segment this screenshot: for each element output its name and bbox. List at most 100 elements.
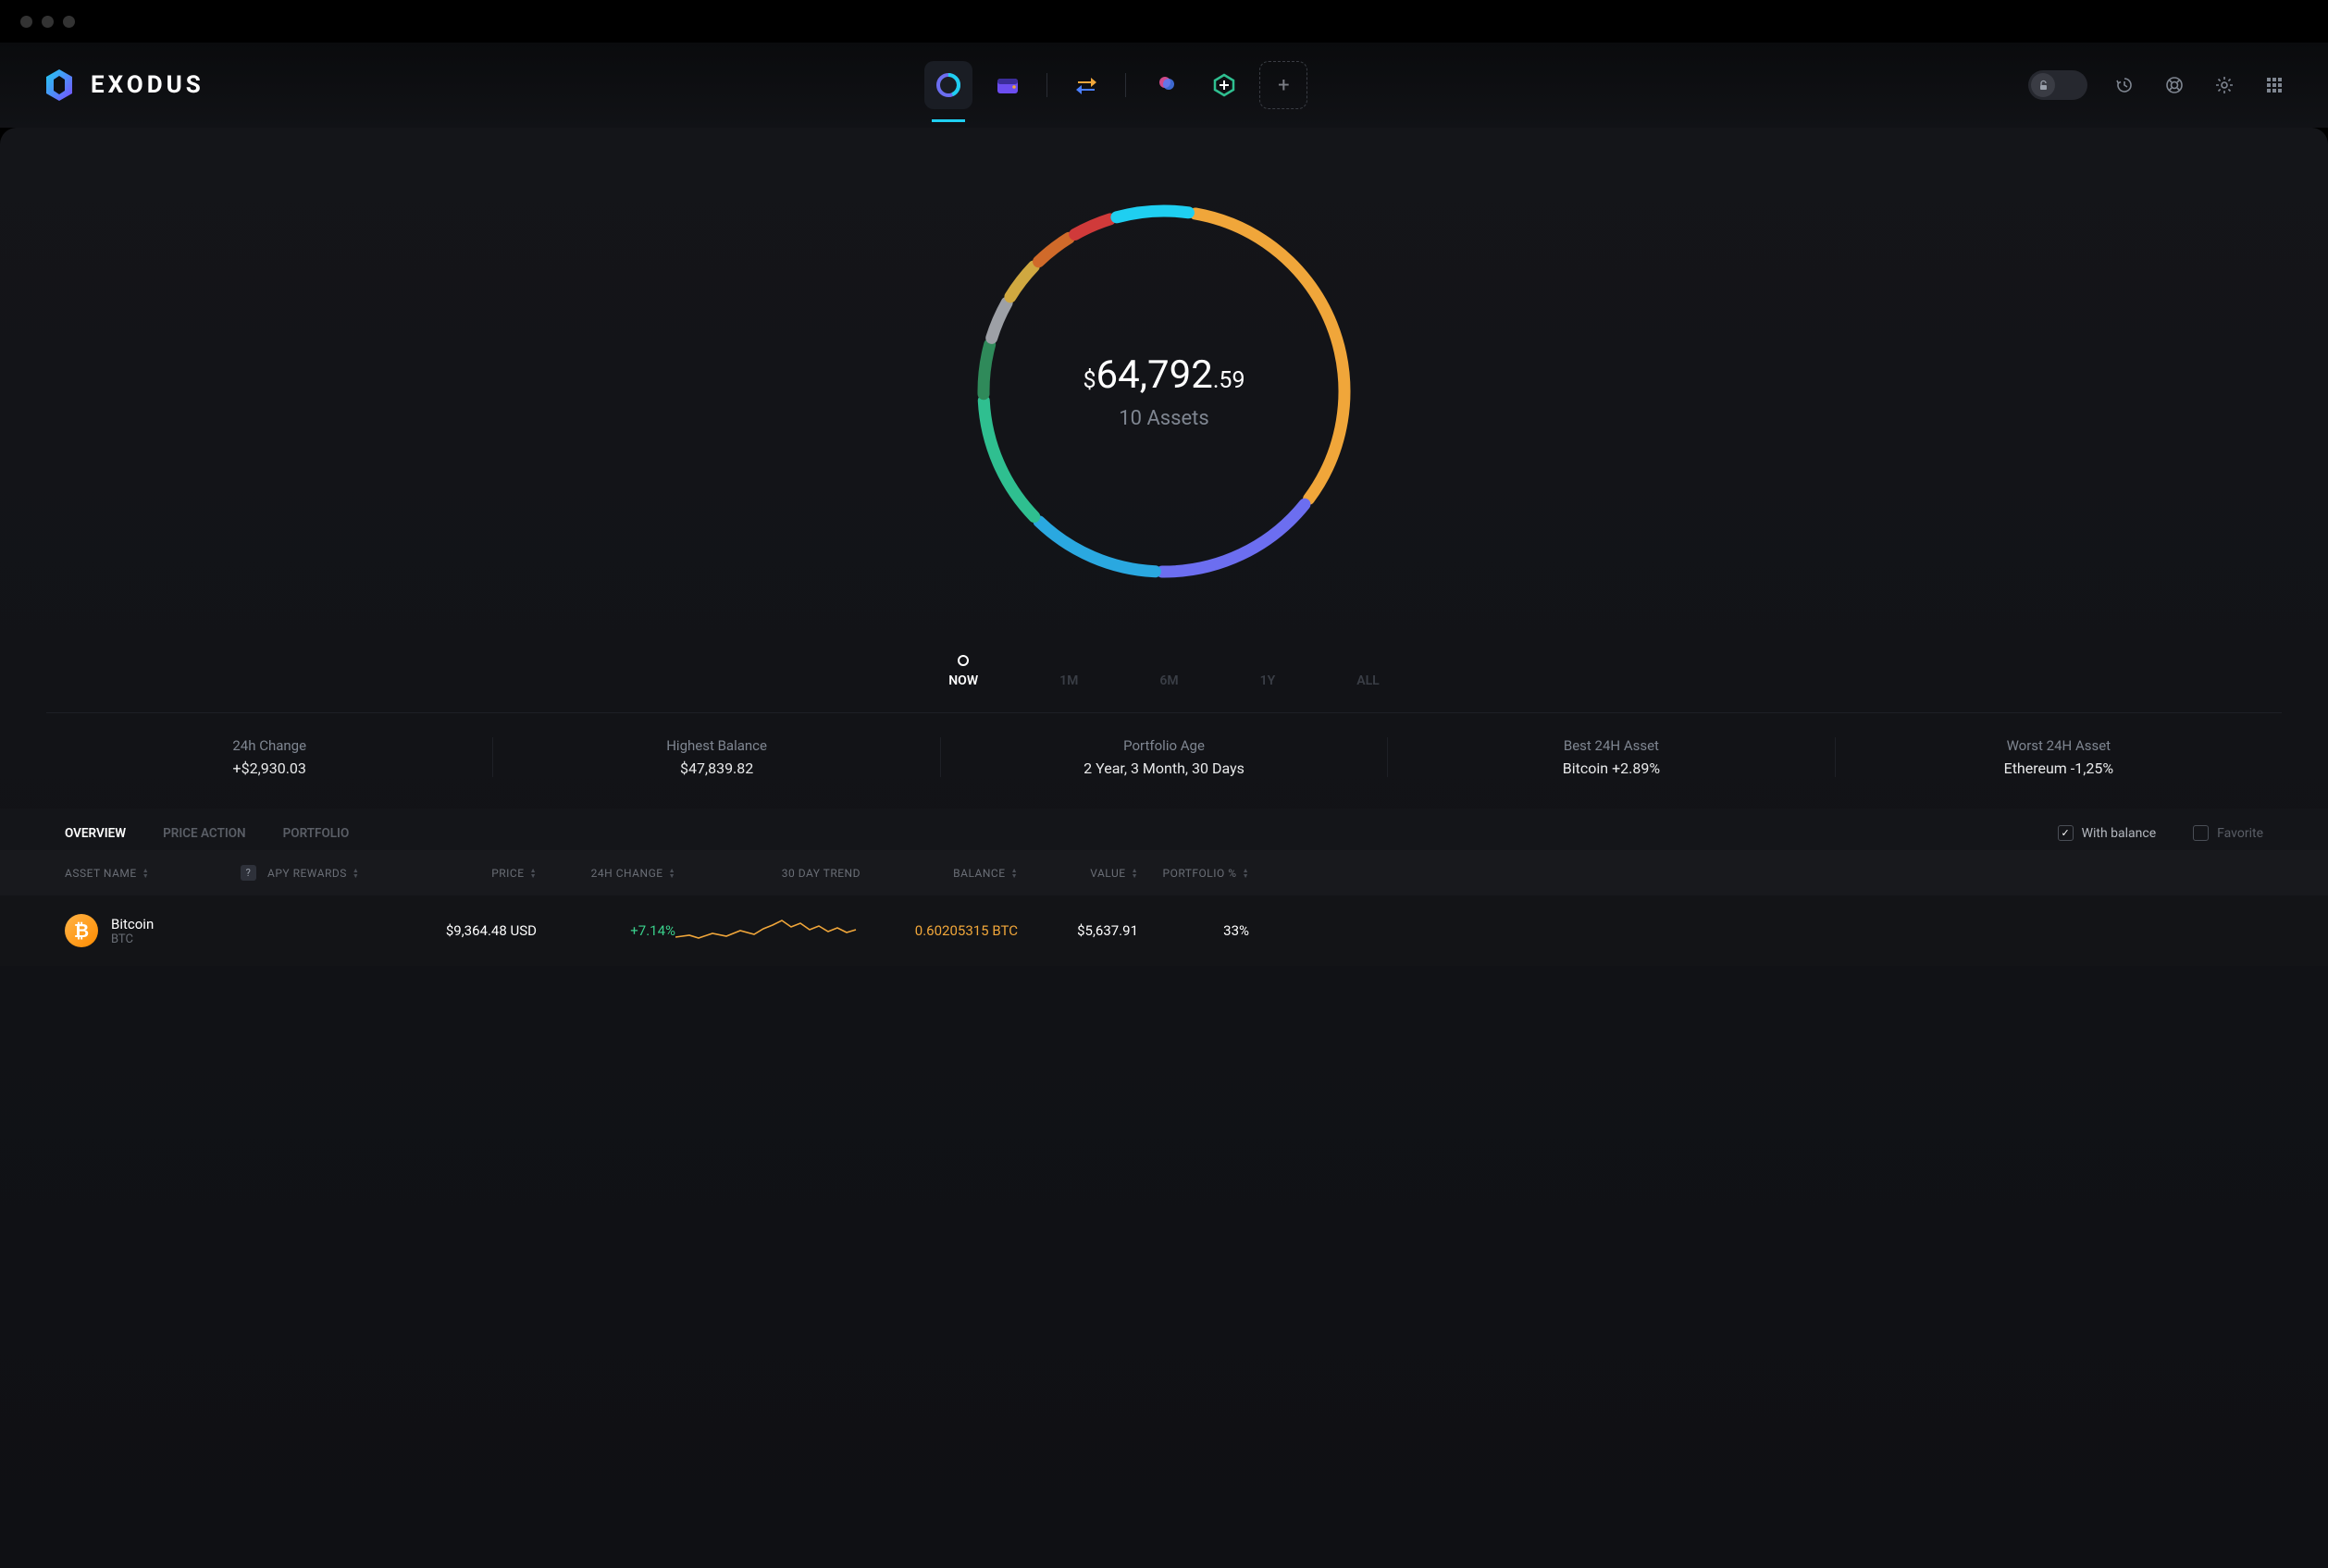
tab-portfolio[interactable]: PORTFOLIO — [283, 826, 350, 841]
balance-cell: 0.60205315 BTC — [861, 922, 1018, 939]
col-value[interactable]: VALUE ▲▼ — [1018, 867, 1138, 880]
donut-icon — [935, 71, 962, 99]
sort-icon: ▲▼ — [669, 868, 675, 879]
range-dot-icon — [1164, 655, 1175, 666]
col-balance[interactable]: BALANCE ▲▼ — [861, 867, 1018, 880]
nav-nft[interactable] — [1141, 61, 1189, 109]
swap-icon — [1072, 71, 1100, 99]
support-button[interactable] — [2161, 72, 2187, 98]
window-close-icon[interactable] — [20, 16, 32, 28]
stat-label: Worst 24H Asset — [2007, 737, 2111, 754]
nav-portfolio[interactable] — [924, 61, 972, 109]
table-header: ASSET NAME ▲▼ ? APY REWARDS ▲▼ PRICE ▲▼ … — [0, 850, 2328, 895]
lock-toggle[interactable] — [2028, 70, 2087, 100]
nav-separator — [1125, 73, 1126, 97]
sort-icon: ▲▼ — [353, 868, 359, 879]
tab-overview[interactable]: OVERVIEW — [65, 826, 126, 841]
stat-cell: 24h Change +$2,930.03 — [46, 737, 493, 777]
profile-icon — [1151, 71, 1179, 99]
col-portfolio-pct[interactable]: PORTFOLIO % ▲▼ — [1138, 867, 1249, 880]
range-all[interactable]: ALL — [1356, 655, 1379, 688]
sort-icon: ▲▼ — [530, 868, 537, 879]
exodus-logo-icon — [41, 67, 78, 104]
stat-label: Highest Balance — [666, 737, 767, 754]
assets-count: 10 Assets — [1119, 407, 1208, 430]
range-dot-icon — [1362, 655, 1373, 666]
wallet-icon — [994, 71, 1022, 99]
sort-icon: ▲▼ — [1011, 868, 1018, 879]
nav-separator — [1046, 73, 1047, 97]
table-tab-bar: OVERVIEW PRICE ACTION PORTFOLIO With bal… — [0, 809, 2328, 850]
range-dot-icon — [1063, 655, 1074, 666]
nav-apps[interactable] — [1200, 61, 1248, 109]
apps-grid-button[interactable] — [2261, 72, 2287, 98]
time-range-selector: NOW 1M 6M 1Y ALL — [46, 655, 2282, 713]
col-change[interactable]: 24H CHANGE ▲▼ — [537, 867, 675, 880]
nav-wallet[interactable] — [984, 61, 1032, 109]
window-controls[interactable] — [20, 16, 75, 28]
portfolio-center: $64,792.59 10 Assets — [974, 202, 1354, 581]
tab-price-action[interactable]: PRICE ACTION — [163, 826, 246, 841]
window-titlebar — [0, 0, 2328, 43]
filter-with-balance[interactable]: With balance — [2058, 825, 2157, 841]
window-maximize-icon[interactable] — [63, 16, 75, 28]
nav-add-button[interactable]: + — [1259, 61, 1307, 109]
col-price[interactable]: PRICE ▲▼ — [389, 867, 537, 880]
checkbox-icon — [2193, 825, 2209, 841]
sort-icon: ▲▼ — [142, 868, 149, 879]
range-label: NOW — [948, 673, 978, 688]
filter-favorite[interactable]: Favorite — [2193, 825, 2263, 841]
range-dot-icon — [958, 655, 969, 666]
stat-value: Bitcoin +2.89% — [1563, 759, 1660, 777]
nav-exchange[interactable] — [1062, 61, 1110, 109]
main-nav: + — [204, 61, 2028, 109]
app-logo-text: EXODUS — [91, 71, 204, 99]
trend-cell — [675, 917, 861, 945]
portfolio-stats: 24h Change +$2,930.03 Highest Balance $47,8… — [46, 713, 2282, 809]
history-icon — [2114, 75, 2135, 95]
main-content: $64,792.59 10 Assets NOW 1M 6M 1Y ALL 24h Ch… — [0, 128, 2328, 1568]
help-icon[interactable]: ? — [241, 865, 256, 881]
stat-cell: Portfolio Age2 Year, 3 Month, 30 Days — [941, 737, 1388, 777]
stat-label: 24h Change — [232, 737, 306, 754]
app-header: EXODUS — [0, 43, 2328, 128]
value-cell: $5,637.91 — [1018, 922, 1138, 939]
col-trend: 30 DAY TREND — [675, 867, 861, 880]
settings-button[interactable] — [2211, 72, 2237, 98]
stat-value: +$2,930.03 — [233, 759, 306, 777]
pct-cell: 33% — [1138, 922, 1249, 939]
stat-value: 2 Year, 3 Month, 30 Days — [1084, 759, 1244, 777]
range-dot-icon — [1262, 655, 1273, 666]
range-label: 1Y — [1260, 673, 1276, 688]
history-button[interactable] — [2111, 72, 2137, 98]
range-1y[interactable]: 1Y — [1260, 655, 1276, 688]
stat-cell: Worst 24H Asset Ethereum -1,25% — [1836, 737, 2282, 777]
total-balance: $64,792.59 — [1083, 352, 1244, 398]
plus-icon: + — [1278, 74, 1289, 97]
range-1m[interactable]: 1M — [1059, 655, 1078, 688]
col-asset-name[interactable]: ASSET NAME ▲▼ — [65, 867, 241, 880]
gear-icon — [2214, 75, 2235, 95]
header-actions — [2028, 70, 2287, 100]
stat-value: $47,839.82 — [680, 759, 753, 777]
sort-icon: ▲▼ — [1132, 868, 1138, 879]
range-now[interactable]: NOW — [948, 655, 978, 688]
stat-cell: Best 24H Asset Bitcoin +2.89% — [1388, 737, 1835, 777]
stat-label: Best 24H Asset — [1564, 737, 1659, 754]
table-row[interactable]: ₿ Bitcoin BTC $9,364.48 USD +7.14% 0.602… — [0, 895, 2328, 966]
unlock-icon — [2037, 80, 2049, 92]
col-apy[interactable]: ? APY REWARDS ▲▼ — [241, 865, 389, 881]
lifebuoy-icon — [2164, 75, 2185, 95]
price-cell: $9,364.48 USD — [389, 922, 537, 939]
asset-symbol: BTC — [111, 932, 154, 946]
grid-icon — [2265, 76, 2284, 94]
range-6m[interactable]: 6M — [1159, 655, 1178, 688]
range-label: 1M — [1059, 673, 1078, 688]
stat-value: Ethereum -1,25% — [2004, 759, 2113, 777]
window-minimize-icon[interactable] — [42, 16, 54, 28]
portfolio-ring-area: $64,792.59 10 Assets — [0, 128, 2328, 655]
sparkline-icon — [675, 917, 861, 945]
app-logo: EXODUS — [41, 67, 204, 104]
range-label: ALL — [1356, 673, 1379, 688]
hex-plus-icon — [1210, 71, 1238, 99]
